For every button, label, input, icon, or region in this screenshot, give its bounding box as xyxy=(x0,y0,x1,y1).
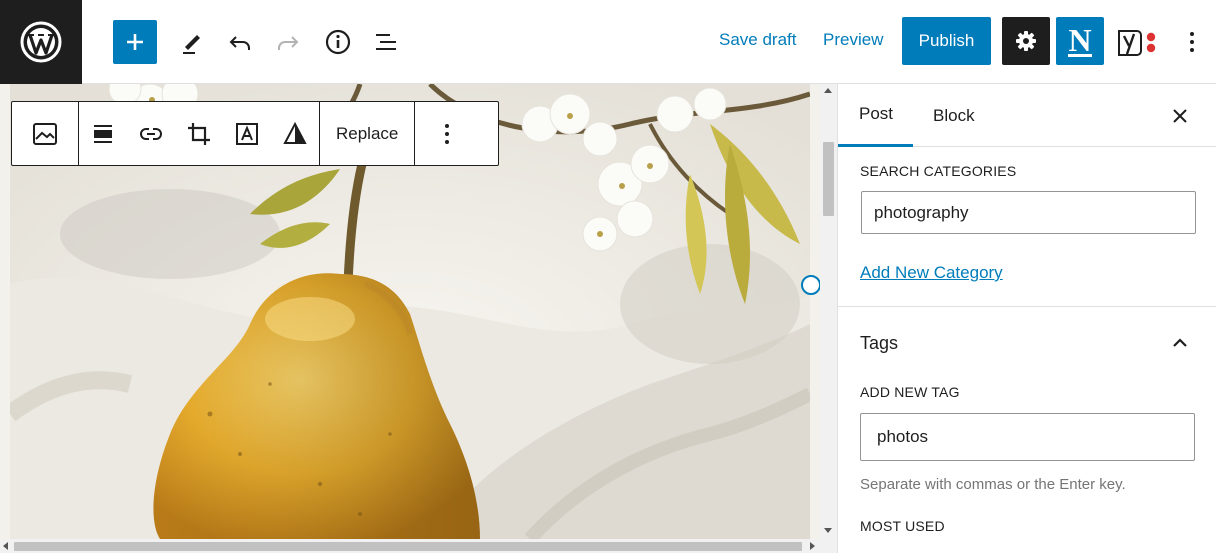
align-button[interactable] xyxy=(79,102,127,165)
wordpress-icon xyxy=(20,21,62,63)
editor-canvas: Replace xyxy=(0,84,820,539)
add-block-button[interactable] xyxy=(113,20,157,64)
panel-divider xyxy=(838,306,1216,307)
block-toolbar: Replace xyxy=(11,101,499,166)
text-overlay-button[interactable] xyxy=(223,102,271,165)
block-type-button[interactable] xyxy=(12,102,78,165)
search-categories-input[interactable]: photography xyxy=(861,191,1196,234)
text-overlay-icon xyxy=(236,122,258,145)
tab-block[interactable]: Block xyxy=(933,84,975,147)
wordpress-logo-button[interactable] xyxy=(0,0,82,84)
pencil-icon xyxy=(183,35,200,54)
more-vertical-icon xyxy=(445,123,450,144)
chevron-up-icon xyxy=(1173,338,1187,347)
gear-icon xyxy=(1016,31,1036,51)
crop-icon xyxy=(188,122,210,145)
more-vertical-icon xyxy=(1190,32,1194,52)
close-sidebar-button[interactable] xyxy=(1168,104,1192,128)
tags-panel-title[interactable]: Tags xyxy=(860,333,898,354)
list-view-icon xyxy=(376,34,396,50)
publish-button[interactable]: Publish xyxy=(902,17,991,65)
plugin-n-button[interactable]: N xyxy=(1056,17,1104,65)
scroll-up-arrow-icon[interactable] xyxy=(824,88,832,93)
tag-help-text: Separate with commas or the Enter key. xyxy=(860,476,1126,493)
redo-button[interactable] xyxy=(266,20,310,64)
sidebar-tabs: Post Block xyxy=(838,84,1216,147)
search-categories-label: SEARCH CATEGORIES xyxy=(860,163,1017,179)
settings-button[interactable] xyxy=(1002,17,1050,65)
redo-icon xyxy=(278,36,299,50)
settings-sidebar: Post Block SEARCH CATEGORIES photography… xyxy=(837,84,1216,553)
link-button[interactable] xyxy=(127,102,175,165)
undo-icon xyxy=(229,36,250,50)
editor-header: Save draft Preview Publish N xyxy=(0,0,1216,84)
scroll-left-arrow-icon[interactable] xyxy=(3,542,8,550)
block-options-button[interactable] xyxy=(415,102,479,165)
add-new-tag-input[interactable]: photos xyxy=(860,413,1195,461)
scroll-down-arrow-icon[interactable] xyxy=(824,528,832,533)
align-icon xyxy=(94,124,112,143)
scroll-right-arrow-icon[interactable] xyxy=(810,542,815,550)
image-resize-handle[interactable] xyxy=(801,275,820,295)
details-button[interactable] xyxy=(316,20,360,64)
scrollbar-thumb[interactable] xyxy=(823,142,834,216)
save-draft-button[interactable]: Save draft xyxy=(719,30,797,50)
replace-button[interactable]: Replace xyxy=(320,102,414,165)
preview-button[interactable]: Preview xyxy=(823,30,883,50)
tags-panel-toggle[interactable] xyxy=(1168,331,1192,355)
add-new-category-link[interactable]: Add New Category xyxy=(860,263,1003,283)
yoast-icon xyxy=(1118,30,1156,56)
canvas-vertical-scrollbar[interactable] xyxy=(820,84,837,539)
replace-group: Replace xyxy=(320,102,416,165)
block-type-group xyxy=(12,102,79,165)
options-button[interactable] xyxy=(1172,20,1212,64)
link-icon xyxy=(140,127,162,140)
plugin-letter: N xyxy=(1068,24,1091,58)
scrollbar-thumb[interactable] xyxy=(14,542,802,551)
list-view-button[interactable] xyxy=(364,20,408,64)
undo-button[interactable] xyxy=(218,20,262,64)
canvas-horizontal-scrollbar[interactable] xyxy=(0,539,837,553)
plus-icon xyxy=(127,34,143,50)
duotone-icon xyxy=(283,121,307,144)
info-icon xyxy=(325,29,351,55)
crop-button[interactable] xyxy=(175,102,223,165)
tools-button[interactable] xyxy=(170,20,214,64)
block-controls-group xyxy=(79,102,320,165)
tab-post[interactable]: Post xyxy=(838,84,913,147)
image-icon xyxy=(33,122,57,145)
n-plugin-icon: N xyxy=(1068,24,1092,58)
add-new-tag-label: ADD NEW TAG xyxy=(860,384,960,400)
yoast-seo-button[interactable] xyxy=(1112,20,1162,64)
block-options-group xyxy=(415,102,479,165)
close-icon xyxy=(1173,109,1187,123)
duotone-button[interactable] xyxy=(271,102,319,165)
most-used-tags-label: MOST USED xyxy=(860,518,945,534)
